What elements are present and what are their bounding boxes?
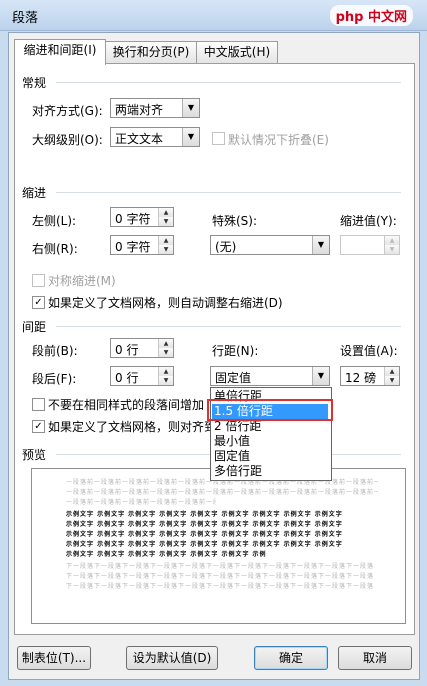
preview-sample-text: 示例文字 示例文字 示例文字 示例文字 示例文字 示例文字 示例文字 示例文字 … xyxy=(66,521,343,528)
indent-heading: 缩进 xyxy=(22,186,47,200)
outline-level-select[interactable]: 正文文本 ▼ xyxy=(110,127,200,147)
left-indent-spinner[interactable]: 0 字符 ▲ ▼ xyxy=(110,207,174,227)
general-heading: 常规 xyxy=(22,76,47,90)
preview-next-paragraph: 下一段落下一段落下一段落下一段落下一段落下一段落下一段落下一段落下一段落下一段落… xyxy=(66,563,375,570)
preview-next-paragraph: 下一段落下一段落下一段落下一段落下一段落下一段落下一段落下一段落下一段落下一段落… xyxy=(66,583,375,590)
at-label: 设置值(A): xyxy=(340,344,398,358)
dialog-title: 段落 xyxy=(12,11,39,26)
line-spacing-label: 行距(N): xyxy=(212,344,259,358)
divider xyxy=(56,82,401,83)
auto-adjust-checkbox[interactable]: ✓ xyxy=(32,296,45,309)
divider xyxy=(56,192,401,193)
tabs-button[interactable]: 制表位(T)... xyxy=(17,646,91,670)
spin-down-icon[interactable]: ▼ xyxy=(159,217,173,226)
space-before-label: 段前(B): xyxy=(32,344,78,358)
space-after-spinner[interactable]: 0 行 ▲ ▼ xyxy=(110,366,174,386)
highlight-box xyxy=(207,399,333,421)
spin-down-icon[interactable]: ▼ xyxy=(159,245,173,254)
spin-down-icon[interactable]: ▼ xyxy=(159,376,173,385)
set-default-button[interactable]: 设为默认值(D) xyxy=(126,646,218,670)
collapse-checkbox[interactable] xyxy=(212,132,225,145)
spin-down-icon[interactable]: ▼ xyxy=(385,376,399,385)
at-spinner[interactable]: 12 磅 ▲ ▼ xyxy=(340,366,400,386)
preview-pane: 一段落前一段落前一段落前一段落前一段落前一段落前一段落前一段落前一段落前一段落前… xyxy=(31,468,406,624)
preview-sample-text: 示例文字 示例文字 示例文字 示例文字 示例文字 示例文字 示例文字 示例文字 … xyxy=(66,551,266,558)
tab-indents-spacing[interactable]: 缩进和间距(I) xyxy=(14,39,106,65)
tab-line-page-breaks[interactable]: 换行和分页(P) xyxy=(105,41,197,64)
collapse-label: 默认情况下折叠(E) xyxy=(228,133,329,147)
divider xyxy=(56,326,401,327)
line-spacing-option[interactable]: 2 倍行距 xyxy=(212,419,328,434)
line-spacing-option[interactable]: 固定值 xyxy=(212,449,328,464)
ok-button[interactable]: 确定 xyxy=(254,646,328,670)
watermark-logo: php 中文网 xyxy=(329,5,413,26)
cancel-button[interactable]: 取消 xyxy=(338,646,412,670)
preview-heading: 预览 xyxy=(22,448,47,462)
no-space-same-style-checkbox[interactable] xyxy=(32,398,45,411)
auto-adjust-label: 如果定义了文档网格，则自动调整右缩进(D) xyxy=(48,296,283,310)
preview-sample-text: 示例文字 示例文字 示例文字 示例文字 示例文字 示例文字 示例文字 示例文字 … xyxy=(66,511,343,518)
outline-level-label: 大纲级别(O): xyxy=(32,133,103,147)
snap-to-grid-checkbox[interactable]: ✓ xyxy=(32,420,45,433)
indent-by-spinner[interactable]: ▲ ▼ xyxy=(340,235,400,255)
alignment-label: 对齐方式(G): xyxy=(32,104,103,118)
special-indent-select[interactable]: (无) ▼ xyxy=(210,235,330,255)
line-spacing-option[interactable]: 多倍行距 xyxy=(212,464,328,479)
left-indent-label: 左侧(L): xyxy=(32,214,77,228)
spin-down-icon[interactable]: ▼ xyxy=(385,245,399,254)
preview-sample-text: 示例文字 示例文字 示例文字 示例文字 示例文字 示例文字 示例文字 示例文字 … xyxy=(66,531,343,538)
space-after-label: 段后(F): xyxy=(32,372,77,386)
right-indent-spinner[interactable]: 0 字符 ▲ ▼ xyxy=(110,235,174,255)
mirror-indent-label: 对称缩进(M) xyxy=(48,274,116,288)
preview-next-paragraph: 下一段落下一段落下一段落下一段落下一段落下一段落下一段落下一段落下一段落下一段落… xyxy=(66,573,375,580)
preview-prev-paragraph: 一段落前一段落前一段落前一段落前一段落前一段落前一段落前一段落前一段落前一段落前… xyxy=(66,499,216,506)
preview-sample-text: 示例文字 示例文字 示例文字 示例文字 示例文字 示例文字 示例文字 示例文字 … xyxy=(66,541,343,548)
line-spacing-option[interactable]: 最小值 xyxy=(212,434,328,449)
indent-by-label: 缩进值(Y): xyxy=(340,214,397,228)
right-indent-label: 右侧(R): xyxy=(32,242,78,256)
alignment-select[interactable]: 两端对齐 ▼ xyxy=(110,98,200,118)
no-space-same-style-label: 不要在相同样式的段落间增加 xyxy=(48,398,205,412)
chevron-down-icon: ▼ xyxy=(182,128,199,146)
tab-asian-typography[interactable]: 中文版式(H) xyxy=(196,41,278,64)
spin-down-icon[interactable]: ▼ xyxy=(159,348,173,357)
preview-prev-paragraph: 一段落前一段落前一段落前一段落前一段落前一段落前一段落前一段落前一段落前一段落前… xyxy=(66,489,378,496)
chevron-down-icon: ▼ xyxy=(312,236,329,254)
line-spacing-select[interactable]: 固定值 ▼ xyxy=(210,366,330,386)
chevron-down-icon: ▼ xyxy=(312,367,329,385)
special-indent-label: 特殊(S): xyxy=(212,214,258,228)
chevron-down-icon: ▼ xyxy=(182,99,199,117)
snap-to-grid-label: 如果定义了文档网格，则对齐到 xyxy=(48,420,217,434)
spacing-heading: 间距 xyxy=(22,320,47,334)
mirror-indent-checkbox[interactable] xyxy=(32,274,45,287)
space-before-spinner[interactable]: 0 行 ▲ ▼ xyxy=(110,338,174,358)
